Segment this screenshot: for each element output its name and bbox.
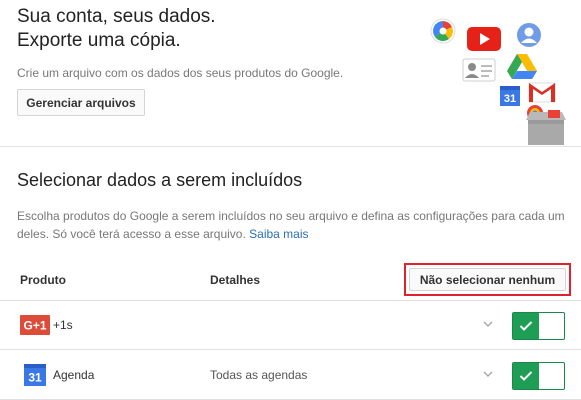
manage-archives-button[interactable]: Gerenciar arquivos: [17, 89, 145, 116]
google-plus-profile-icon: [517, 23, 541, 47]
product-name: +1s: [53, 318, 73, 332]
page-title-line1: Sua conta, seus dados.: [17, 6, 216, 27]
product-name: Agenda: [53, 368, 95, 382]
product-details: Todas as agendas: [210, 368, 308, 382]
svg-text:31: 31: [28, 371, 42, 385]
toggle-on-indicator: [513, 313, 539, 339]
product-toggle[interactable]: [512, 312, 565, 340]
calendar-icon: 31: [24, 364, 46, 386]
svg-text:31: 31: [504, 93, 516, 105]
table-row: G+1 +1s: [0, 301, 581, 350]
gplus-one-icon: G+1: [20, 315, 50, 335]
contacts-icon: [462, 58, 496, 82]
chevron-down-icon[interactable]: [482, 368, 494, 380]
page-subtitle: Crie um arquivo com os dados dos seus pr…: [17, 66, 344, 80]
table-row: 31 Agenda Todas as agendas: [0, 351, 581, 400]
column-header-product: Produto: [20, 273, 66, 287]
svg-text:G+1: G+1: [23, 319, 46, 333]
gmail-icon: [528, 82, 556, 103]
page-title-line2: Exporte uma cópia.: [17, 30, 181, 51]
photos-icon: [430, 18, 456, 44]
select-none-button[interactable]: Não selecionar nenhum: [409, 268, 566, 291]
toggle-on-indicator: [513, 363, 539, 389]
section-description: Escolha produtos do Google a serem inclu…: [17, 207, 572, 243]
archive-box-icon: [526, 110, 566, 145]
chevron-down-icon[interactable]: [482, 318, 494, 330]
check-icon: [519, 371, 533, 381]
table-header: Produto Detalhes Não selecionar nenhum: [0, 258, 581, 301]
product-toggle[interactable]: [512, 362, 565, 390]
section-divider: [0, 146, 581, 147]
select-none-highlight: Não selecionar nenhum: [404, 263, 571, 296]
export-header: Sua conta, seus dados. Exporte uma cópia…: [0, 0, 581, 146]
youtube-icon: [467, 27, 501, 51]
page-title: Sua conta, seus dados. Exporte uma cópia…: [17, 5, 377, 53]
check-icon: [519, 321, 533, 331]
learn-more-link[interactable]: Saiba mais: [249, 227, 308, 241]
column-header-details: Detalhes: [210, 273, 261, 287]
product-icons-cluster: 31: [420, 14, 580, 146]
drive-icon: [507, 54, 537, 79]
section-title: Selecionar dados a serem incluídos: [17, 170, 303, 190]
calendar-icon: 31: [500, 86, 520, 106]
